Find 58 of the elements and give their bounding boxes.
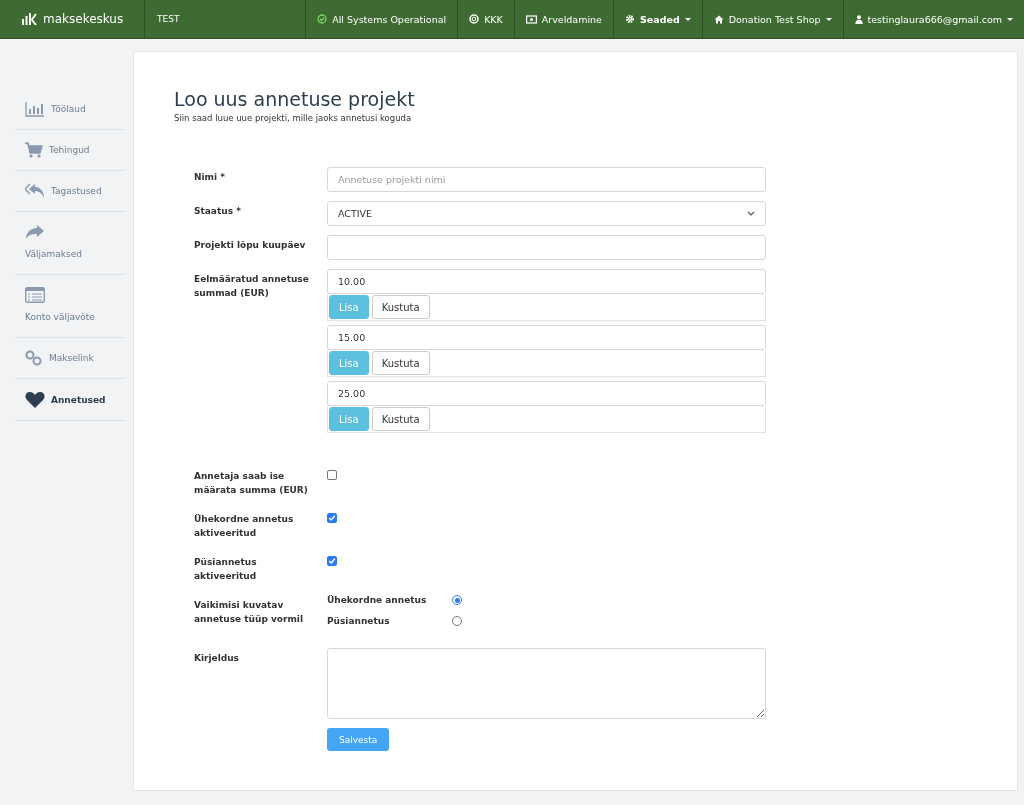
delete-button[interactable]: Kustuta	[371, 295, 430, 319]
checkbox-label: Püsiannetus aktiveeritud	[194, 556, 258, 583]
logo-icon	[22, 13, 38, 25]
checkbox[interactable]	[327, 470, 337, 480]
sidebar-item[interactable]: Annetused	[15, 379, 125, 421]
chevron-down-icon	[747, 211, 755, 216]
sidebar-item[interactable]: Töölaud	[15, 89, 125, 130]
field-label: Projekti lõpu kuupäev	[194, 239, 307, 252]
sidebar-item[interactable]: Makselink	[15, 338, 125, 379]
banknote-icon	[525, 14, 537, 24]
checkbox[interactable]	[327, 513, 337, 523]
lifebuoy-icon	[469, 14, 480, 24]
nav-item[interactable]: testinglaura666@gmail.com	[842, 0, 1024, 38]
environment-label: TEST	[156, 13, 181, 26]
settings-icon	[624, 14, 635, 24]
delete-button[interactable]: Kustuta	[371, 351, 430, 375]
amount-input-field[interactable]: 15.00	[327, 325, 766, 350]
radio-label: Püsiannetus	[327, 616, 391, 626]
amount-input-field[interactable]: 25.00	[327, 381, 766, 406]
field-label: Kirjeldus	[194, 652, 240, 665]
caret-icon	[684, 17, 691, 21]
name-input-field[interactable]: Annetuse projekti nimi	[327, 167, 766, 192]
nav-item[interactable]: All Systems Operational	[305, 0, 458, 38]
bar-chart-icon	[25, 101, 45, 117]
page-subtitle: Siin saad luue uue projekti, mille jaoks annetusi koguda	[174, 113, 413, 123]
nav-item[interactable]: Arveldamine	[513, 0, 613, 38]
field-label: Eelmääratud annetuse summad (EUR)	[194, 273, 310, 300]
radio-label: Ühekordne annetus	[327, 595, 428, 605]
nav-item[interactable]: KKK	[457, 0, 514, 38]
link-icon	[25, 350, 43, 366]
delete-button[interactable]: Kustuta	[371, 407, 430, 431]
sidebar-item[interactable]: Tehingud	[15, 130, 125, 171]
checkbox-label: Annetaja saab ise määrata summa (EUR)	[194, 470, 309, 497]
field-label: Nimi *	[194, 171, 226, 184]
status-select[interactable]: ACTIVE	[327, 201, 766, 226]
cart-icon	[25, 142, 43, 158]
checkbox[interactable]	[327, 556, 337, 566]
heart-icon	[25, 391, 45, 408]
caret-icon	[825, 17, 832, 21]
caret-icon	[1007, 17, 1013, 21]
sidebar-item[interactable]: Konto väljavõte	[15, 275, 125, 338]
user-icon	[854, 14, 863, 24]
amount-input-field[interactable]: 10.00	[327, 269, 766, 294]
field-label: Vaikimisi kuvatav annetuse tüüp vormil	[194, 599, 305, 626]
share-arrow-icon	[25, 224, 45, 240]
check-circle-icon	[317, 14, 328, 24]
nav-item[interactable]: Donation Test Shop	[701, 0, 843, 38]
logo-text[interactable]: maksekeskus	[43, 12, 124, 26]
page-title: Loo uus annetuse projekt	[174, 88, 416, 110]
reply-all-icon	[25, 183, 45, 199]
field-label: Staatus *	[194, 205, 242, 218]
nav-item[interactable]: Seaded	[612, 0, 702, 38]
list-card-icon	[25, 287, 45, 303]
sidebar-item[interactable]: Tagastused	[15, 171, 125, 212]
sidebar-item[interactable]: Väljamaksed	[15, 212, 125, 275]
date-input-field[interactable]	[327, 235, 766, 260]
home-icon	[713, 14, 724, 24]
checkbox-label: Ühekordne annetus aktiveeritud	[194, 513, 295, 540]
